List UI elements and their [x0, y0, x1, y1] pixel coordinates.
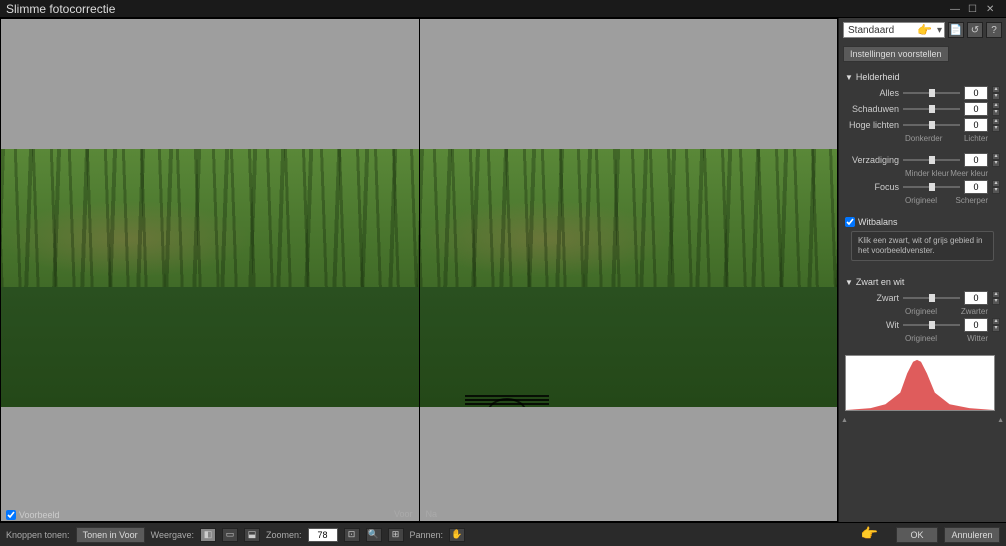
all-slider[interactable] [903, 87, 960, 99]
highlights-slider[interactable] [903, 119, 960, 131]
preset-dropdown[interactable]: Standaard 👉 [843, 22, 945, 38]
highlights-down[interactable]: ▾ [992, 125, 1000, 132]
highlights-up[interactable]: ▴ [992, 118, 1000, 125]
preset-selected: Standaard [848, 25, 894, 36]
all-up[interactable]: ▴ [992, 86, 1000, 93]
titlebar: Slimme fotocorrectie — ☐ ✕ [0, 0, 1006, 18]
white-down[interactable]: ▾ [992, 325, 1000, 332]
zoom-fit-icon[interactable]: ⊡ [344, 528, 360, 542]
focus-label: Focus [845, 182, 899, 192]
section-saturation: Verzadiging ▴▾ Minder kleurMeer kleur Fo… [839, 149, 1006, 211]
histo-black-marker[interactable]: ▲ [841, 417, 848, 424]
window-controls: — ☐ ✕ [950, 4, 1000, 14]
pan-label: Pannen: [410, 530, 444, 540]
after-pane[interactable]: Na [420, 19, 838, 521]
footer: Knoppen tonen: Tonen in Voor Weergave: ◧… [0, 522, 1006, 546]
sat-down[interactable]: ▾ [992, 160, 1000, 167]
saturation-slider[interactable] [903, 154, 960, 166]
close-icon[interactable]: ✕ [986, 4, 1000, 14]
hand-pointer-icon: 👉 [861, 525, 878, 542]
white-up[interactable]: ▴ [992, 318, 1000, 325]
before-label: Voor [390, 507, 417, 521]
window-title: Slimme fotocorrectie [6, 2, 950, 16]
zoom-value[interactable] [308, 528, 338, 542]
black-value[interactable] [964, 291, 988, 305]
preview-checkbox[interactable] [6, 510, 16, 520]
buttons-label: Knoppen tonen: [6, 530, 70, 540]
brightness-header[interactable]: ▼Helderheid [845, 72, 1000, 82]
shadows-up[interactable]: ▴ [992, 102, 1000, 109]
focus-value[interactable] [964, 180, 988, 194]
chevron-down-icon: ▼ [845, 278, 853, 287]
before-pane[interactable]: Voor [1, 19, 420, 521]
focus-up[interactable]: ▴ [992, 180, 1000, 187]
zoom-in-icon[interactable]: 🔍 [366, 528, 382, 542]
highlights-value[interactable] [964, 118, 988, 132]
section-wb: Witbalans Klik een zwart, wit of grijs g… [839, 211, 1006, 271]
wb-checkbox[interactable] [845, 217, 855, 227]
preview-area: Voor Na [0, 18, 838, 522]
focus-down[interactable]: ▾ [992, 187, 1000, 194]
section-brightness: ▼Helderheid Alles ▴▾ Schaduwen ▴▾ Hoge l… [839, 66, 1006, 149]
highlights-label: Hoge lichten [845, 120, 899, 130]
all-label: Alles [845, 88, 899, 98]
shadows-label: Schaduwen [845, 104, 899, 114]
shadows-value[interactable] [964, 102, 988, 116]
maximize-icon[interactable]: ☐ [968, 4, 982, 14]
white-value[interactable] [964, 318, 988, 332]
histo-white-marker[interactable]: ▲ [997, 417, 1004, 424]
sat-up[interactable]: ▴ [992, 153, 1000, 160]
wb-header[interactable]: Witbalans [845, 217, 1000, 227]
save-preset-button[interactable]: Instellingen voorstellen [843, 46, 949, 62]
shadows-slider[interactable] [903, 103, 960, 115]
all-value[interactable] [964, 86, 988, 100]
before-image [1, 149, 419, 407]
shadows-down[interactable]: ▾ [992, 109, 1000, 116]
bw-header[interactable]: ▼Zwart en wit [845, 277, 1000, 287]
preview-toggle[interactable]: Voorbeeld [6, 510, 60, 520]
ok-button[interactable]: OK [896, 527, 938, 543]
view-split-icon[interactable]: ◧ [200, 528, 216, 542]
save-preset-icon[interactable]: 📄 [948, 22, 964, 38]
chevron-down-icon: ▼ [845, 73, 853, 82]
help-icon[interactable]: ? [986, 22, 1002, 38]
saturation-value[interactable] [964, 153, 988, 167]
hand-pointer-icon: 👉 [917, 23, 932, 37]
section-bw: ▼Zwart en wit Zwart ▴▾ OrigineelZwarter … [839, 271, 1006, 349]
minimize-icon[interactable]: — [950, 4, 964, 14]
show-in-before-button[interactable]: Tonen in Voor [76, 527, 145, 543]
black-slider[interactable] [903, 292, 960, 304]
after-label: Na [422, 507, 442, 521]
focus-slider[interactable] [903, 181, 960, 193]
histogram [845, 355, 995, 411]
white-label: Wit [845, 320, 899, 330]
black-label: Zwart [845, 293, 899, 303]
reset-icon[interactable]: ↺ [967, 22, 983, 38]
watermark [465, 393, 549, 407]
black-up[interactable]: ▴ [992, 291, 1000, 298]
zoom-label: Zoomen: [266, 530, 302, 540]
view-single-icon[interactable]: ▭ [222, 528, 238, 542]
wb-hint: Klik een zwart, wit of grijs gebied in h… [851, 231, 994, 261]
pan-hand-icon[interactable]: ✋ [449, 528, 465, 542]
saturation-label: Verzadiging [845, 155, 899, 165]
after-image [420, 149, 838, 407]
all-down[interactable]: ▾ [992, 93, 1000, 100]
zoom-actual-icon[interactable]: ⊞ [388, 528, 404, 542]
white-slider[interactable] [903, 319, 960, 331]
view-stack-icon[interactable]: ⬓ [244, 528, 260, 542]
side-panel: Standaard 👉 📄 ↺ ? Instellingen voorstell… [838, 18, 1006, 522]
display-label: Weergave: [151, 530, 194, 540]
cancel-button[interactable]: Annuleren [944, 527, 1000, 543]
black-down[interactable]: ▾ [992, 298, 1000, 305]
